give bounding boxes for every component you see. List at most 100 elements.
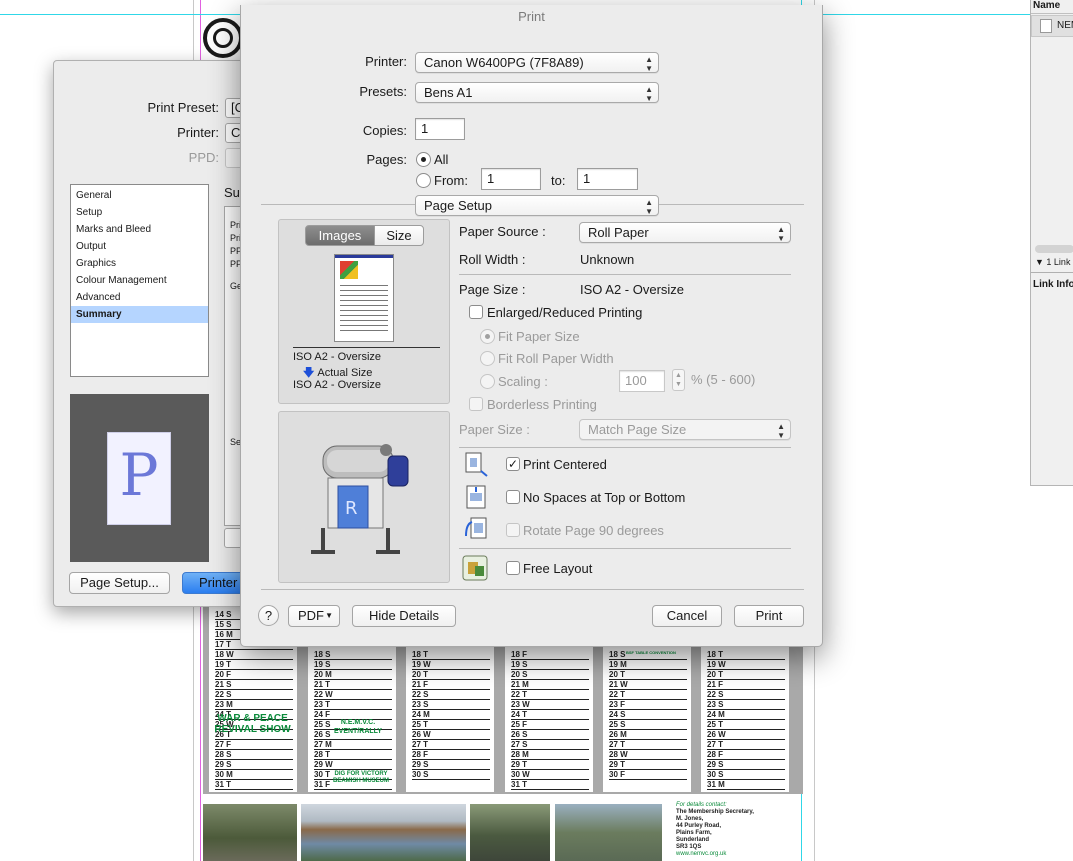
pdf-menu-button[interactable]: PDF ▼ <box>288 605 340 627</box>
rotate-page-checkbox[interactable] <box>506 523 520 537</box>
preview-thumbnail <box>334 254 394 342</box>
contact-line: SR3 1QS <box>676 844 702 850</box>
calendar-day-row: 30 S <box>412 770 490 780</box>
calendar-day-row: 19 T <box>215 660 293 670</box>
category-item[interactable]: Advanced <box>71 289 208 306</box>
roll-width-value: Unknown <box>580 252 635 267</box>
fit-roll-label: Fit Roll Paper Width <box>498 351 614 366</box>
calendar-day-row: 20 S <box>511 670 589 680</box>
paper-size-label: Paper Size : <box>459 422 530 437</box>
print-button[interactable]: Print <box>734 605 804 627</box>
preview-panel: Images Size ISO A2 - Oversize 🡇 Actual S… <box>278 219 450 404</box>
calendar-day-row: 20 M <box>314 670 392 680</box>
no-spaces-checkbox[interactable] <box>506 490 520 504</box>
printer-label: Printer: <box>365 54 407 69</box>
printer-popup-value: Canon W6400PG (7F8A89) <box>424 55 584 70</box>
cancel-button[interactable]: Cancel <box>652 605 722 627</box>
calendar-day-row: 23 S <box>707 700 785 710</box>
page-size-value: ISO A2 - Oversize <box>580 282 685 297</box>
category-item[interactable]: General <box>71 187 208 204</box>
stepper-arrows-icon: ▲ ▼ <box>777 422 785 440</box>
calendar-day-row: 22 S <box>215 690 293 700</box>
scaling-stepper[interactable]: ▲ ▼ <box>672 369 685 391</box>
calendar-day-row: 22 W <box>314 690 392 700</box>
calendar-day-row: 24 M <box>707 710 785 720</box>
contact-line: Sunderland <box>676 837 710 843</box>
links-file-row[interactable]: NEM <box>1031 15 1073 37</box>
calendar-day-row: 18 T <box>412 650 490 660</box>
calendar-day-row: 27 T <box>609 740 687 750</box>
print-centered-checkbox[interactable]: ✓ <box>506 457 520 471</box>
pages-to-input[interactable]: 1 <box>577 168 638 190</box>
links-panel: Name NEM ▼ 1 Link Link Info <box>1030 0 1073 486</box>
calendar-day-row: 18 T <box>707 650 785 660</box>
category-item[interactable]: Summary <box>71 306 208 323</box>
calendar-day-row: 18 F <box>511 650 589 660</box>
links-count: ▼ 1 Link <box>1035 257 1071 267</box>
stepper-arrows-icon: ▲ ▼ <box>645 85 653 103</box>
calendar-day-row: 27 S <box>511 740 589 750</box>
category-item[interactable]: Graphics <box>71 255 208 272</box>
photo-vehicle-3 <box>555 804 662 861</box>
category-item[interactable]: Setup <box>71 204 208 221</box>
calendar-day-row: 28 W <box>609 750 687 760</box>
paper-source-popup[interactable]: Roll Paper ▲ ▼ <box>579 222 791 243</box>
contact-line: The Membership Secretary, <box>676 809 754 815</box>
pages-label: Pages: <box>366 152 407 167</box>
borderless-checkbox[interactable] <box>469 397 483 411</box>
calendar-day-row: 19 S <box>314 660 392 670</box>
category-item[interactable]: Marks and Bleed <box>71 221 208 238</box>
chevron-down-icon: ▼ <box>325 611 333 620</box>
tab-images[interactable]: Images <box>305 225 375 246</box>
category-item[interactable]: Output <box>71 238 208 255</box>
calendar-day-row: 30 F <box>609 770 687 780</box>
pages-from-input[interactable]: 1 <box>481 168 541 190</box>
scaling-radio[interactable] <box>480 374 495 389</box>
paper-size-popup[interactable]: Match Page Size ▲ ▼ <box>579 419 791 440</box>
calendar-day-row: 19 W <box>412 660 490 670</box>
calendar-day-row: 21 W <box>609 680 687 690</box>
copies-input[interactable]: 1 <box>415 118 465 140</box>
print-category-list[interactable]: General Setup Marks and Bleed Output Graphic… <box>70 184 209 377</box>
scaling-input[interactable]: 100 <box>619 370 665 392</box>
print-dialog-title: Print <box>518 9 545 24</box>
free-layout-label: Free Layout <box>523 561 593 576</box>
page-setup-button[interactable]: Page Setup... <box>69 572 170 594</box>
tab-size[interactable]: Size <box>374 225 424 246</box>
links-scrollbar[interactable] <box>1035 245 1073 253</box>
hide-details-button[interactable]: Hide Details <box>352 605 456 627</box>
help-button[interactable]: ? <box>258 605 279 626</box>
photo-vehicle-2 <box>470 804 550 861</box>
calendar-day-row: 23 S <box>412 700 490 710</box>
calendar-day-row: 21 S <box>215 680 293 690</box>
calendar-day-row: 18 W <box>215 650 293 660</box>
large-format-printer-icon: R <box>311 444 409 554</box>
free-layout-checkbox[interactable] <box>506 561 520 575</box>
calendar-day-row: 21 F <box>707 680 785 690</box>
fit-paper-radio[interactable] <box>480 329 495 344</box>
pages-from-radio[interactable] <box>416 173 431 188</box>
link-info-label: Link Info <box>1033 279 1073 290</box>
calendar-day-row: 27 M <box>314 740 392 750</box>
pages-all-radio[interactable] <box>416 152 431 167</box>
enlarged-checkbox[interactable] <box>469 305 483 319</box>
paper-size-popup-value: Match Page Size <box>588 422 687 437</box>
calendar-day-row: 23 T <box>314 700 392 710</box>
presets-popup[interactable]: Bens A1 ▲ ▼ <box>415 82 659 103</box>
contact-line: M. Jones, <box>676 816 704 822</box>
printer-popup[interactable]: Canon W6400PG (7F8A89) ▲ ▼ <box>415 52 659 73</box>
print-preset-label: Print Preset: <box>147 100 219 115</box>
calendar-day-row: 24 S <box>609 710 687 720</box>
convention-event-label: BSF TABLE CONVENTION <box>626 650 676 655</box>
category-item[interactable]: Colour Management <box>71 272 208 289</box>
calendar-day-row: 28 S <box>215 750 293 760</box>
calendar-day-row: 19 S <box>511 660 589 670</box>
nemvc-event-label: N.E.M.V.C. EVENT/RALLY <box>334 719 382 735</box>
svg-text:R: R <box>345 498 358 519</box>
contact-details: For details contact: The Membership Secr… <box>676 802 796 858</box>
section-popup[interactable]: Page Setup ▲ ▼ <box>415 195 659 216</box>
calendar-day-row: 26 M <box>609 730 687 740</box>
calendar-day-row: 26 W <box>707 730 785 740</box>
fit-roll-radio[interactable] <box>480 351 495 366</box>
indesign-print-dialog: Print Preset: [C Printer: C PPD: General… <box>53 60 265 607</box>
